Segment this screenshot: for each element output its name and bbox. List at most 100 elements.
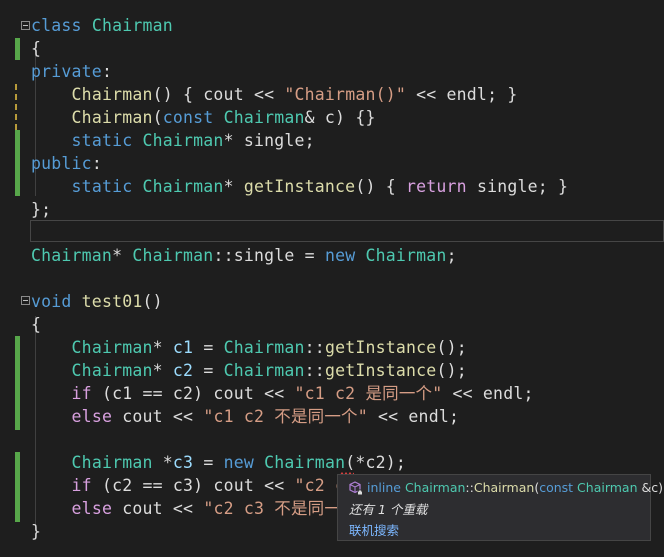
code-line[interactable]: Chairman() { cout << "Chairman()" << end… — [31, 83, 518, 106]
code-line[interactable]: else cout << "c1 c2 不是同一个" << endl; — [31, 405, 459, 428]
code-line[interactable]: static Chairman* single; — [31, 129, 315, 152]
code-token: Chairman — [264, 453, 346, 472]
tooltip-const-keyword: const — [539, 480, 578, 495]
code-token: Chairman — [71, 453, 153, 472]
code-token: c3 — [172, 453, 194, 472]
code-token: = — [193, 361, 224, 380]
code-token: static — [71, 177, 143, 196]
code-token: () { cout — [152, 85, 254, 104]
code-token: c1 — [172, 338, 194, 357]
code-token: ( — [152, 108, 163, 127]
code-token: getInstance — [324, 338, 437, 357]
code-line[interactable]: class Chairman — [31, 14, 173, 37]
code-token: * — [223, 177, 244, 196]
tooltip-inline-keyword: inline — [367, 480, 405, 495]
code-token: << — [253, 85, 275, 104]
code-line[interactable]: } — [31, 520, 41, 543]
code-line[interactable]: private: — [31, 60, 112, 83]
code-line[interactable]: Chairman* c2 = Chairman::getInstance(); — [31, 359, 467, 382]
code-token: * single; — [223, 131, 315, 150]
code-token: if — [71, 384, 92, 403]
search-online-link[interactable]: 联机搜索 — [349, 520, 399, 539]
code-token: Chairman — [132, 246, 214, 265]
code-token: "c1 c2 是同一个" — [294, 384, 443, 403]
code-token: = — [193, 453, 224, 472]
code-token: class — [31, 16, 92, 35]
change-bar-unsaved — [15, 84, 17, 130]
method-cube-icon — [349, 481, 363, 495]
code-line[interactable]: { — [31, 37, 41, 60]
code-token: << endl; } — [406, 85, 518, 104]
code-token: * — [152, 338, 173, 357]
code-token: Chairman — [71, 85, 153, 104]
code-token: :: — [304, 338, 325, 357]
change-bar-saved — [15, 38, 20, 60]
tooltip-function-name: Chairman — [473, 480, 535, 495]
code-line[interactable]: if (c2 == c3) cout << "c2 c — [31, 474, 345, 497]
code-token: :: — [304, 361, 325, 380]
code-token: (); — [436, 338, 467, 357]
code-token: new — [223, 453, 265, 472]
code-line[interactable]: else cout << "c2 c3 不是同一 — [31, 497, 341, 520]
code-token: else — [71, 407, 113, 426]
code-token: }; — [31, 200, 52, 219]
code-token: () — [142, 292, 163, 311]
code-token: public — [31, 154, 92, 173]
code-token: : — [101, 62, 113, 81]
code-token: (c1 == c2) cout << — [91, 384, 295, 403]
code-token: () { — [355, 177, 406, 196]
change-bar-saved — [15, 130, 20, 196]
change-bar-saved — [15, 452, 20, 522]
code-line[interactable]: Chairman* Chairman::single = new Chairma… — [31, 244, 457, 267]
code-line[interactable]: Chairman* c1 = Chairman::getInstance(); — [31, 336, 467, 359]
code-token: c2 — [172, 361, 194, 380]
code-token: getInstance — [243, 177, 356, 196]
code-token: & c) {} — [304, 108, 376, 127]
code-line[interactable]: if (c1 == c2) cout << "c1 c2 是同一个" << en… — [31, 382, 534, 405]
code-token: "c1 c2 不是同一个" — [203, 407, 368, 426]
code-token: cout << — [112, 499, 204, 518]
current-line-highlight — [30, 220, 664, 242]
tooltip-class-name: Chairman — [404, 480, 466, 495]
code-token: Chairman — [71, 338, 153, 357]
code-token: << endl; — [442, 384, 534, 403]
code-token: * — [112, 246, 133, 265]
code-editor[interactable]: class Chairman{private: Chairman() { cou… — [0, 0, 664, 557]
code-token: "c2 c3 不是同一 — [203, 499, 342, 518]
code-token: * — [152, 361, 173, 380]
code-token: "Chairman()" — [284, 85, 406, 104]
code-line[interactable]: static Chairman* getInstance() { return … — [31, 175, 568, 198]
code-line[interactable]: void test01() — [31, 290, 163, 313]
code-token: { — [31, 39, 42, 58]
code-token: ; — [446, 246, 457, 265]
code-line[interactable]: Chairman(const Chairman& c) {} — [31, 106, 376, 129]
code-token: :: — [213, 246, 234, 265]
code-token: Chairman — [71, 108, 153, 127]
code-token: } — [31, 522, 42, 541]
code-token: (c2 == c3) cout << — [91, 476, 295, 495]
code-line[interactable]: }; — [31, 198, 51, 221]
code-line[interactable]: public: — [31, 152, 102, 175]
code-token: static — [71, 131, 143, 150]
code-token: Chairman — [142, 131, 224, 150]
code-token: : — [91, 154, 102, 173]
code-token: * — [152, 453, 173, 472]
code-line[interactable]: Chairman *c3 = new Chairman(*c2); — [31, 451, 406, 474]
code-token: else — [71, 499, 113, 518]
code-token: Chairman — [365, 246, 447, 265]
tooltip-param-rest: &c) — [637, 480, 663, 495]
code-line[interactable]: { — [31, 313, 41, 336]
fold-toggle-function[interactable] — [21, 296, 30, 305]
fold-toggle-class[interactable] — [21, 21, 30, 30]
code-token: single = — [233, 246, 325, 265]
code-token: Chairman — [223, 361, 305, 380]
code-token: if — [71, 476, 92, 495]
